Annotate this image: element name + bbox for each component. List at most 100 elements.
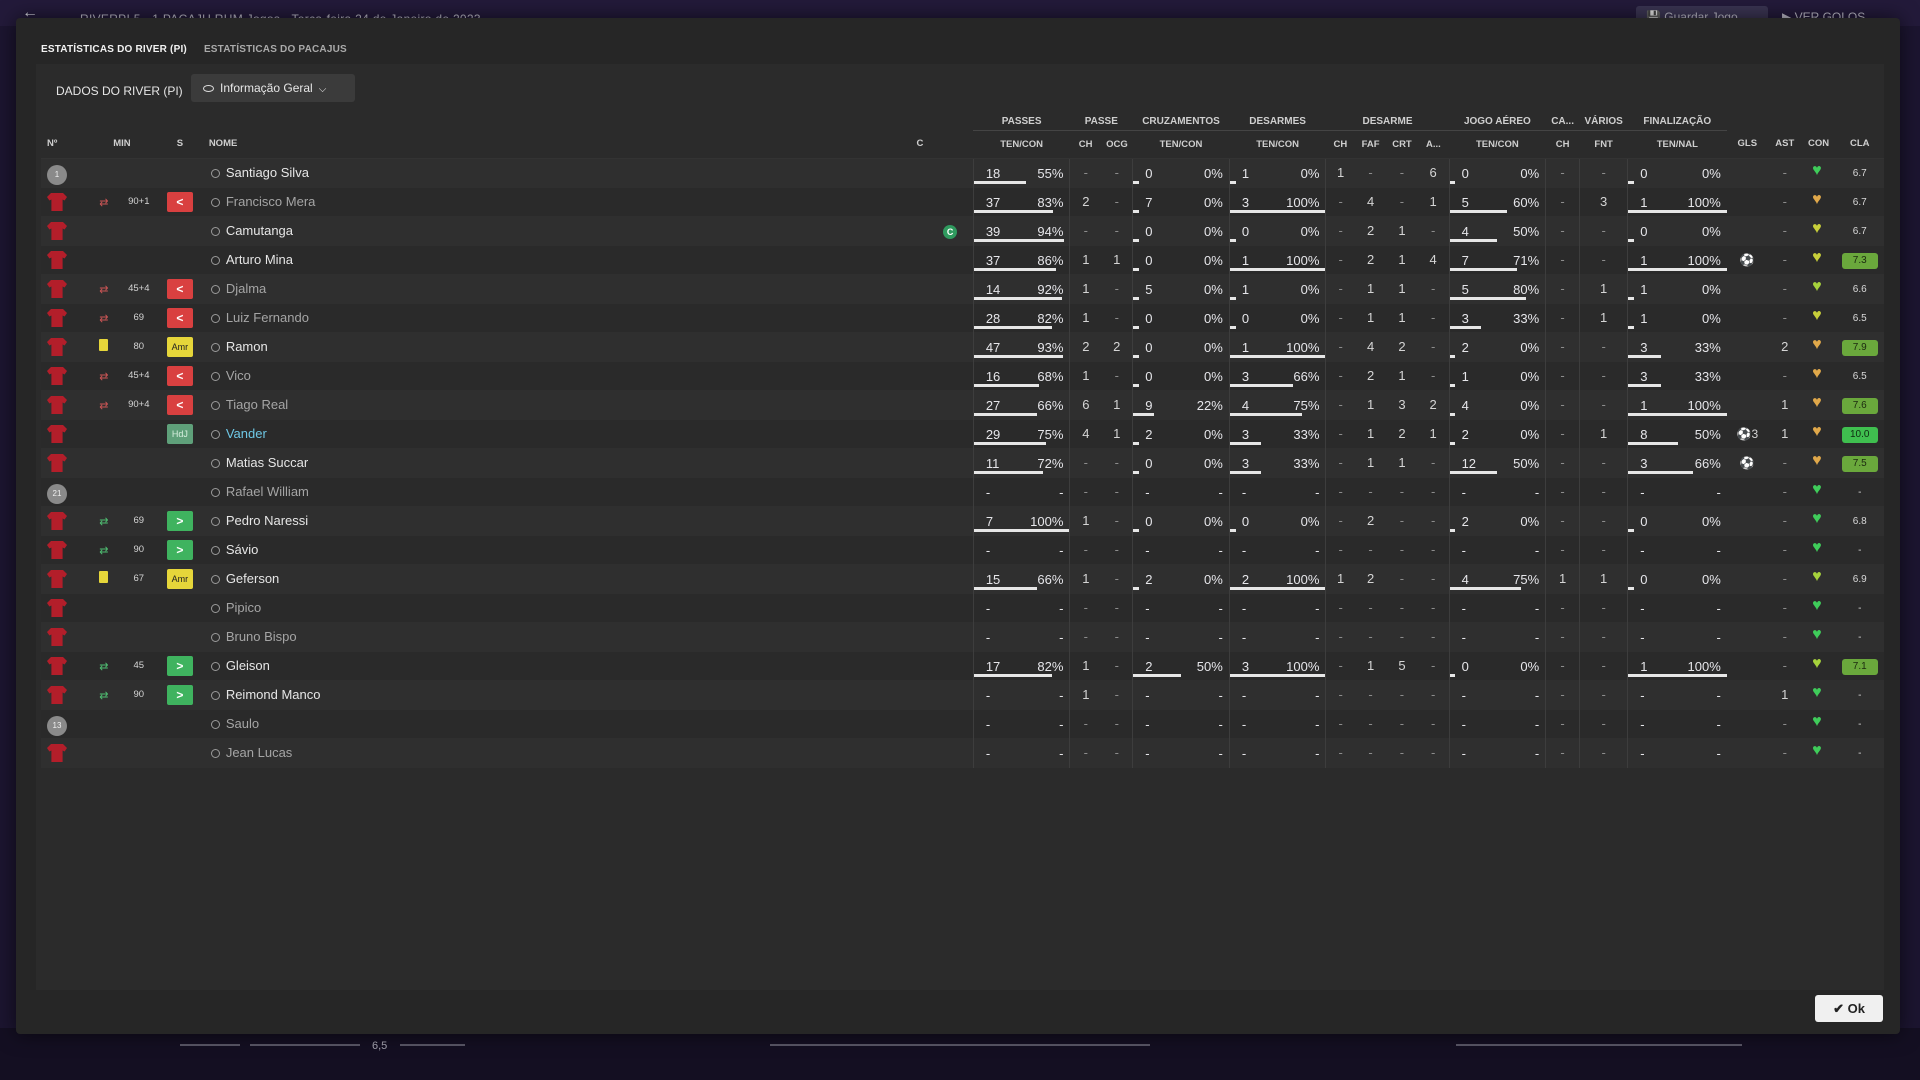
player-name[interactable]: Vander (226, 426, 267, 441)
player-name[interactable]: Matias Succar (226, 455, 308, 470)
player-name[interactable]: Jean Lucas (226, 745, 293, 760)
table-row[interactable]: HdJVander2975%4120%333%-12120%-1850%⚽311… (41, 419, 1884, 448)
name-cell[interactable]: Tiago Real (203, 390, 928, 419)
col-tackle-att[interactable]: TEN/CON (1229, 130, 1326, 159)
player-name[interactable]: Gleison (226, 658, 270, 673)
name-cell[interactable]: Saulo (203, 709, 928, 738)
col-pass-att[interactable]: TEN/CON (973, 130, 1070, 159)
name-cell[interactable]: Bruno Bispo (203, 622, 928, 651)
player-name[interactable]: Francisco Mera (226, 194, 316, 209)
assists-cell: - (1782, 484, 1787, 499)
table-row[interactable]: ⇄ 69 > Pedro Naressi 7 100% 1-0 0% 0 0% -2- -2 0% - -0… (41, 506, 1884, 535)
col-tackle-crt[interactable]: CRT (1386, 130, 1418, 159)
name-cell[interactable]: Santiago Silva (203, 158, 928, 187)
table-row[interactable]: CamutangaC3994%--00%00%-21-450%--00%-6.7 (41, 216, 1884, 245)
col-rating[interactable]: CLA (1835, 130, 1884, 159)
col-misc-fnt[interactable]: FNT (1579, 130, 1628, 159)
table-row[interactable]: ⇄90>Reimond Manco--1---------------1- (41, 680, 1884, 709)
name-cell[interactable]: Vander (203, 419, 928, 448)
name-cell[interactable]: Sávio (203, 535, 928, 564)
shots-attempts: 1 (1640, 397, 1648, 413)
player-name[interactable]: Rafael William (226, 484, 309, 499)
table-row[interactable]: Arturo Mina 37 86% 1 1 0 0% 1 100% -2 1 4 7 71% - -1 100… (41, 245, 1884, 274)
name-cell[interactable]: Arturo Mina (203, 245, 928, 274)
substitution-out-icon: ⇄ (99, 197, 109, 209)
col-name[interactable]: NOME C (202, 130, 928, 159)
col-ca-ch[interactable]: CH (1545, 130, 1580, 159)
name-cell[interactable]: Camutanga (203, 216, 928, 245)
name-cell[interactable]: Francisco Mera (203, 187, 928, 216)
tab-pacajus-stats[interactable]: ESTATÍSTICAS DO PACAJUS (204, 44, 347, 55)
col-cross-att[interactable]: TEN/CON (1132, 130, 1230, 159)
player-name[interactable]: Arturo Mina (226, 252, 293, 267)
player-name[interactable]: Luiz Fernando (226, 310, 309, 325)
table-row[interactable]: ⇄ 69 < Luiz Fernando 28 82% 1-0 0% 0 0% -1 1-3 33% -1… (41, 303, 1884, 332)
progress-bar (1230, 209, 1326, 213)
tackles-percent: 0% (1300, 281, 1320, 297)
col-tackle-faf[interactable]: FAF (1354, 130, 1387, 159)
col-c[interactable]: C (917, 138, 924, 149)
pass-ocg: - (1114, 687, 1119, 702)
table-row[interactable]: Pipico-------------------- (41, 593, 1884, 622)
col-pass-ch[interactable]: CH (1069, 130, 1102, 159)
col-condition[interactable]: CON (1801, 130, 1836, 159)
col-tackle-a[interactable]: A... (1417, 130, 1450, 159)
col-minutes[interactable]: MIN (86, 130, 157, 159)
col-pass-ocg[interactable]: OCG (1101, 130, 1133, 159)
table-row[interactable]: ⇄45+4<Djalma1492%1-50%10%-11-580%-110%-6… (41, 274, 1884, 303)
table-row[interactable]: 1 Santiago Silva 18 55% - -0 0% 1 0% 1- -6 0 0% - -0 0%… (41, 158, 1884, 187)
player-name[interactable]: Sávio (226, 542, 259, 557)
name-cell[interactable]: Luiz Fernando (203, 303, 928, 332)
player-name[interactable]: Santiago Silva (226, 165, 309, 180)
player-name[interactable]: Ramon (226, 339, 268, 354)
name-cell[interactable]: Pedro Naressi (203, 506, 928, 535)
name-cell[interactable]: Djalma (203, 274, 928, 303)
table-row[interactable]: ⇄45+4<Vico1668%1-00%366%-21-10%--333%-6.… (41, 361, 1884, 390)
name-cell[interactable]: Pipico (203, 593, 928, 622)
name-cell[interactable]: Reimond Manco (203, 680, 928, 709)
crosses-cell: 7 0% (1132, 187, 1230, 216)
pass-ch: 2 (1069, 187, 1102, 216)
view-selector[interactable]: Informação Geral ⌵ (191, 74, 355, 102)
name-cell[interactable]: Jean Lucas (203, 738, 928, 767)
player-name[interactable]: Bruno Bispo (226, 629, 297, 644)
kit-cell (41, 274, 87, 303)
col-goals[interactable]: GLS (1726, 130, 1768, 159)
name-cell[interactable]: Vico (203, 361, 928, 390)
table-row[interactable]: ⇄90>Sávio-------------------- (41, 535, 1884, 564)
name-cell[interactable]: Gleison (203, 651, 928, 680)
name-cell[interactable]: Ramon (203, 332, 928, 361)
ok-button[interactable]: ✔ Ok (1815, 995, 1883, 1022)
player-name[interactable]: Pipico (226, 600, 261, 615)
col-s[interactable]: S (156, 130, 203, 159)
table-row[interactable]: ⇄ 45 > Gleison 17 82% 1-2 50% 3 100% -1 5-0 0% - -1 100… (41, 651, 1884, 680)
shots-attempts: 1 (1640, 658, 1648, 674)
player-name[interactable]: Djalma (226, 281, 266, 296)
name-cell[interactable]: Rafael William (203, 477, 928, 506)
table-row[interactable]: 80AmrRamon4793%2200%1100%-42-20%--333%27… (41, 332, 1884, 361)
player-icon (210, 488, 220, 497)
table-row[interactable]: Matias Succar 11 72% - -0 0% 3 33% -1 1-12 50% - -3 6… (41, 448, 1884, 477)
player-name[interactable]: Reimond Manco (226, 687, 321, 702)
player-name[interactable]: Saulo (226, 716, 259, 731)
player-name[interactable]: Geferson (226, 571, 279, 586)
col-assists[interactable]: AST (1767, 130, 1802, 159)
table-row[interactable]: Bruno Bispo-------------------- (41, 622, 1884, 651)
player-name[interactable]: Tiago Real (226, 397, 288, 412)
tab-river-stats[interactable]: ESTATÍSTICAS DO RIVER (PI) (41, 44, 187, 55)
col-tackle-ch[interactable]: CH (1325, 130, 1355, 159)
table-row[interactable]: 13Saulo-------------------- (41, 709, 1884, 738)
table-row[interactable]: 67 Amr Geferson 15 66% 1-2 0% 2 100% 1 2- -4 75% 1 1 0 0… (41, 564, 1884, 593)
player-name[interactable]: Pedro Naressi (226, 513, 308, 528)
table-row[interactable]: 21Rafael William-------------------- (41, 477, 1884, 506)
table-row[interactable]: Jean Lucas-------------------- (41, 738, 1884, 767)
col-aerial-att[interactable]: TEN/CON (1449, 130, 1546, 159)
col-shots[interactable]: TEN/NAL (1627, 130, 1727, 159)
col-number[interactable]: Nº (41, 130, 87, 159)
table-row[interactable]: ⇄ 90+4 < Tiago Real 27 66% 6 1 9 22% 4 75% -1 3 2 4 0% - -… (41, 390, 1884, 419)
player-name[interactable]: Camutanga (226, 223, 293, 238)
player-name[interactable]: Vico (226, 368, 251, 383)
table-row[interactable]: ⇄ 90+1 < Francisco Mera 37 83% 2-7 0% 3 100% -4-1 5… (41, 187, 1884, 216)
name-cell[interactable]: Geferson (203, 564, 928, 593)
name-cell[interactable]: Matias Succar (203, 448, 928, 477)
